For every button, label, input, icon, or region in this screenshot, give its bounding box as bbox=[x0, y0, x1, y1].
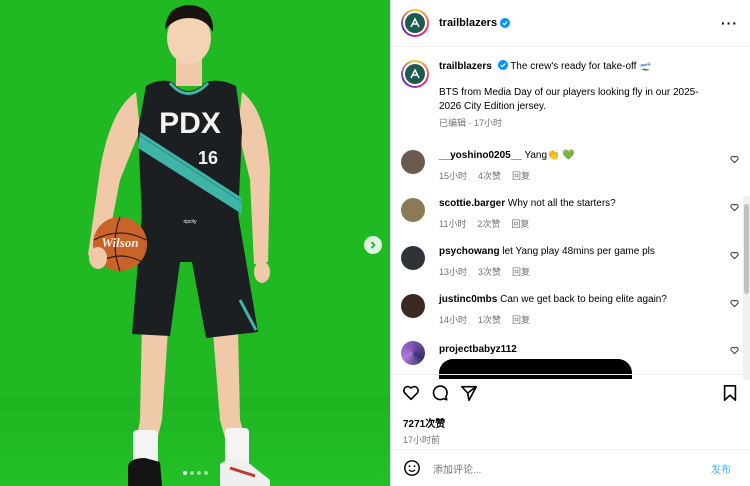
reply-button[interactable]: 回复 bbox=[511, 219, 529, 229]
ball-brand: Wilson bbox=[101, 235, 138, 250]
scrollbar-thumb[interactable] bbox=[744, 204, 749, 294]
jersey-sponsor: ripcity bbox=[183, 219, 197, 225]
jersey-text: PDX bbox=[159, 107, 221, 140]
caption-time[interactable]: 17小时 bbox=[474, 118, 502, 128]
chevron-right-icon bbox=[370, 241, 376, 249]
comment-username[interactable]: justinc0mbs bbox=[439, 294, 497, 305]
reply-button[interactable]: 回复 bbox=[512, 267, 530, 277]
verified-badge-icon bbox=[500, 18, 511, 28]
reply-button[interactable]: 回复 bbox=[512, 171, 530, 181]
comment-time[interactable]: 13小时 bbox=[439, 267, 467, 277]
avatar[interactable] bbox=[401, 341, 425, 365]
post-actions: 7271次赞 17小时前 bbox=[391, 374, 750, 446]
comment-text: Why not all the starters? bbox=[507, 198, 616, 209]
comment-input[interactable]: 添加评论... bbox=[433, 461, 711, 476]
likes-count[interactable]: 7271次赞 bbox=[391, 415, 750, 430]
caption-title: The crew's ready for take-off 🛫 bbox=[510, 61, 652, 72]
bookmark-icon[interactable] bbox=[721, 384, 739, 402]
post-caption: trailblazers The crew's ready for take-o… bbox=[391, 48, 741, 130]
carousel-dot bbox=[197, 471, 201, 475]
post-panel: trailblazers ··· trailblazers The crew's… bbox=[390, 0, 750, 486]
add-comment-bar: 添加评论... 发布 bbox=[391, 449, 750, 486]
post-time[interactable]: 17小时前 bbox=[391, 433, 750, 446]
comment-time[interactable]: 14小时 bbox=[439, 315, 467, 325]
more-options-icon[interactable]: ··· bbox=[721, 15, 738, 31]
post-header: trailblazers ··· bbox=[391, 0, 750, 47]
caption-username[interactable]: trailblazers bbox=[439, 61, 492, 72]
avatar[interactable] bbox=[401, 60, 429, 88]
like-comment-heart-icon[interactable] bbox=[730, 155, 739, 164]
comment-time[interactable]: 11小时 bbox=[439, 219, 466, 229]
avatar[interactable] bbox=[401, 9, 429, 37]
comment-likes[interactable]: 3次赞 bbox=[478, 267, 501, 277]
comment-text: Yang👏 💚 bbox=[524, 150, 575, 161]
share-icon[interactable] bbox=[460, 384, 478, 402]
like-comment-heart-icon[interactable] bbox=[730, 203, 739, 212]
heart-icon[interactable] bbox=[402, 384, 420, 402]
blazers-logo-icon bbox=[405, 13, 425, 33]
scrollbar[interactable] bbox=[743, 196, 750, 380]
jersey-number: 16 bbox=[198, 148, 218, 168]
comment-time[interactable]: 15小时 bbox=[439, 171, 467, 181]
player-photo: PDX 16 ripcity Wilson bbox=[88, 5, 270, 486]
comment-item: justinc0mbs Can we get back to being eli… bbox=[401, 293, 741, 327]
comment-item: scottie.barger Why not all the starters?… bbox=[401, 197, 741, 231]
comment-likes[interactable]: 4次赞 bbox=[478, 171, 501, 181]
comment-item: psychowang let Yang play 48mins per game… bbox=[401, 245, 741, 279]
carousel-indicator bbox=[183, 471, 208, 475]
comment-username[interactable]: __yoshino0205__ bbox=[439, 150, 522, 161]
reply-button[interactable]: 回复 bbox=[512, 315, 530, 325]
next-slide-button[interactable] bbox=[364, 236, 382, 254]
post-comment-button[interactable]: 发布 bbox=[711, 461, 731, 476]
blazers-logo-icon bbox=[405, 64, 425, 84]
like-comment-heart-icon[interactable] bbox=[730, 346, 739, 355]
comment-username[interactable]: projectbabyz112 bbox=[439, 344, 517, 355]
header-username[interactable]: trailblazers bbox=[439, 17, 497, 29]
comment-text: let Yang play 48mins per game pls bbox=[502, 246, 655, 257]
emoji-icon[interactable] bbox=[403, 459, 421, 477]
edited-label: 已编辑 bbox=[439, 118, 467, 128]
carousel-dot bbox=[183, 471, 187, 475]
avatar[interactable] bbox=[401, 150, 425, 174]
carousel-dot bbox=[190, 471, 194, 475]
comment-username[interactable]: psychowang bbox=[439, 246, 500, 257]
caption-text: BTS from Media Day of our players lookin… bbox=[439, 87, 699, 112]
avatar[interactable] bbox=[401, 198, 425, 222]
comment-icon[interactable] bbox=[431, 384, 449, 402]
comment-likes[interactable]: 2次赞 bbox=[477, 219, 500, 229]
like-comment-heart-icon[interactable] bbox=[730, 251, 739, 260]
comment-item: __yoshino0205__ Yang👏 💚 15小时 4次赞 回复 bbox=[401, 149, 741, 183]
like-comment-heart-icon[interactable] bbox=[730, 299, 739, 308]
carousel-dot bbox=[204, 471, 208, 475]
avatar[interactable] bbox=[401, 294, 425, 318]
verified-badge-icon bbox=[497, 60, 508, 70]
comments-section: trailblazers The crew's ready for take-o… bbox=[391, 48, 741, 374]
post-media[interactable]: PDX 16 ripcity Wilson bbox=[0, 0, 390, 486]
avatar[interactable] bbox=[401, 246, 425, 270]
comment-username[interactable]: scottie.barger bbox=[439, 198, 505, 209]
comment-text: Can we get back to being elite again? bbox=[500, 294, 667, 305]
comment-likes[interactable]: 1次赞 bbox=[478, 315, 501, 325]
